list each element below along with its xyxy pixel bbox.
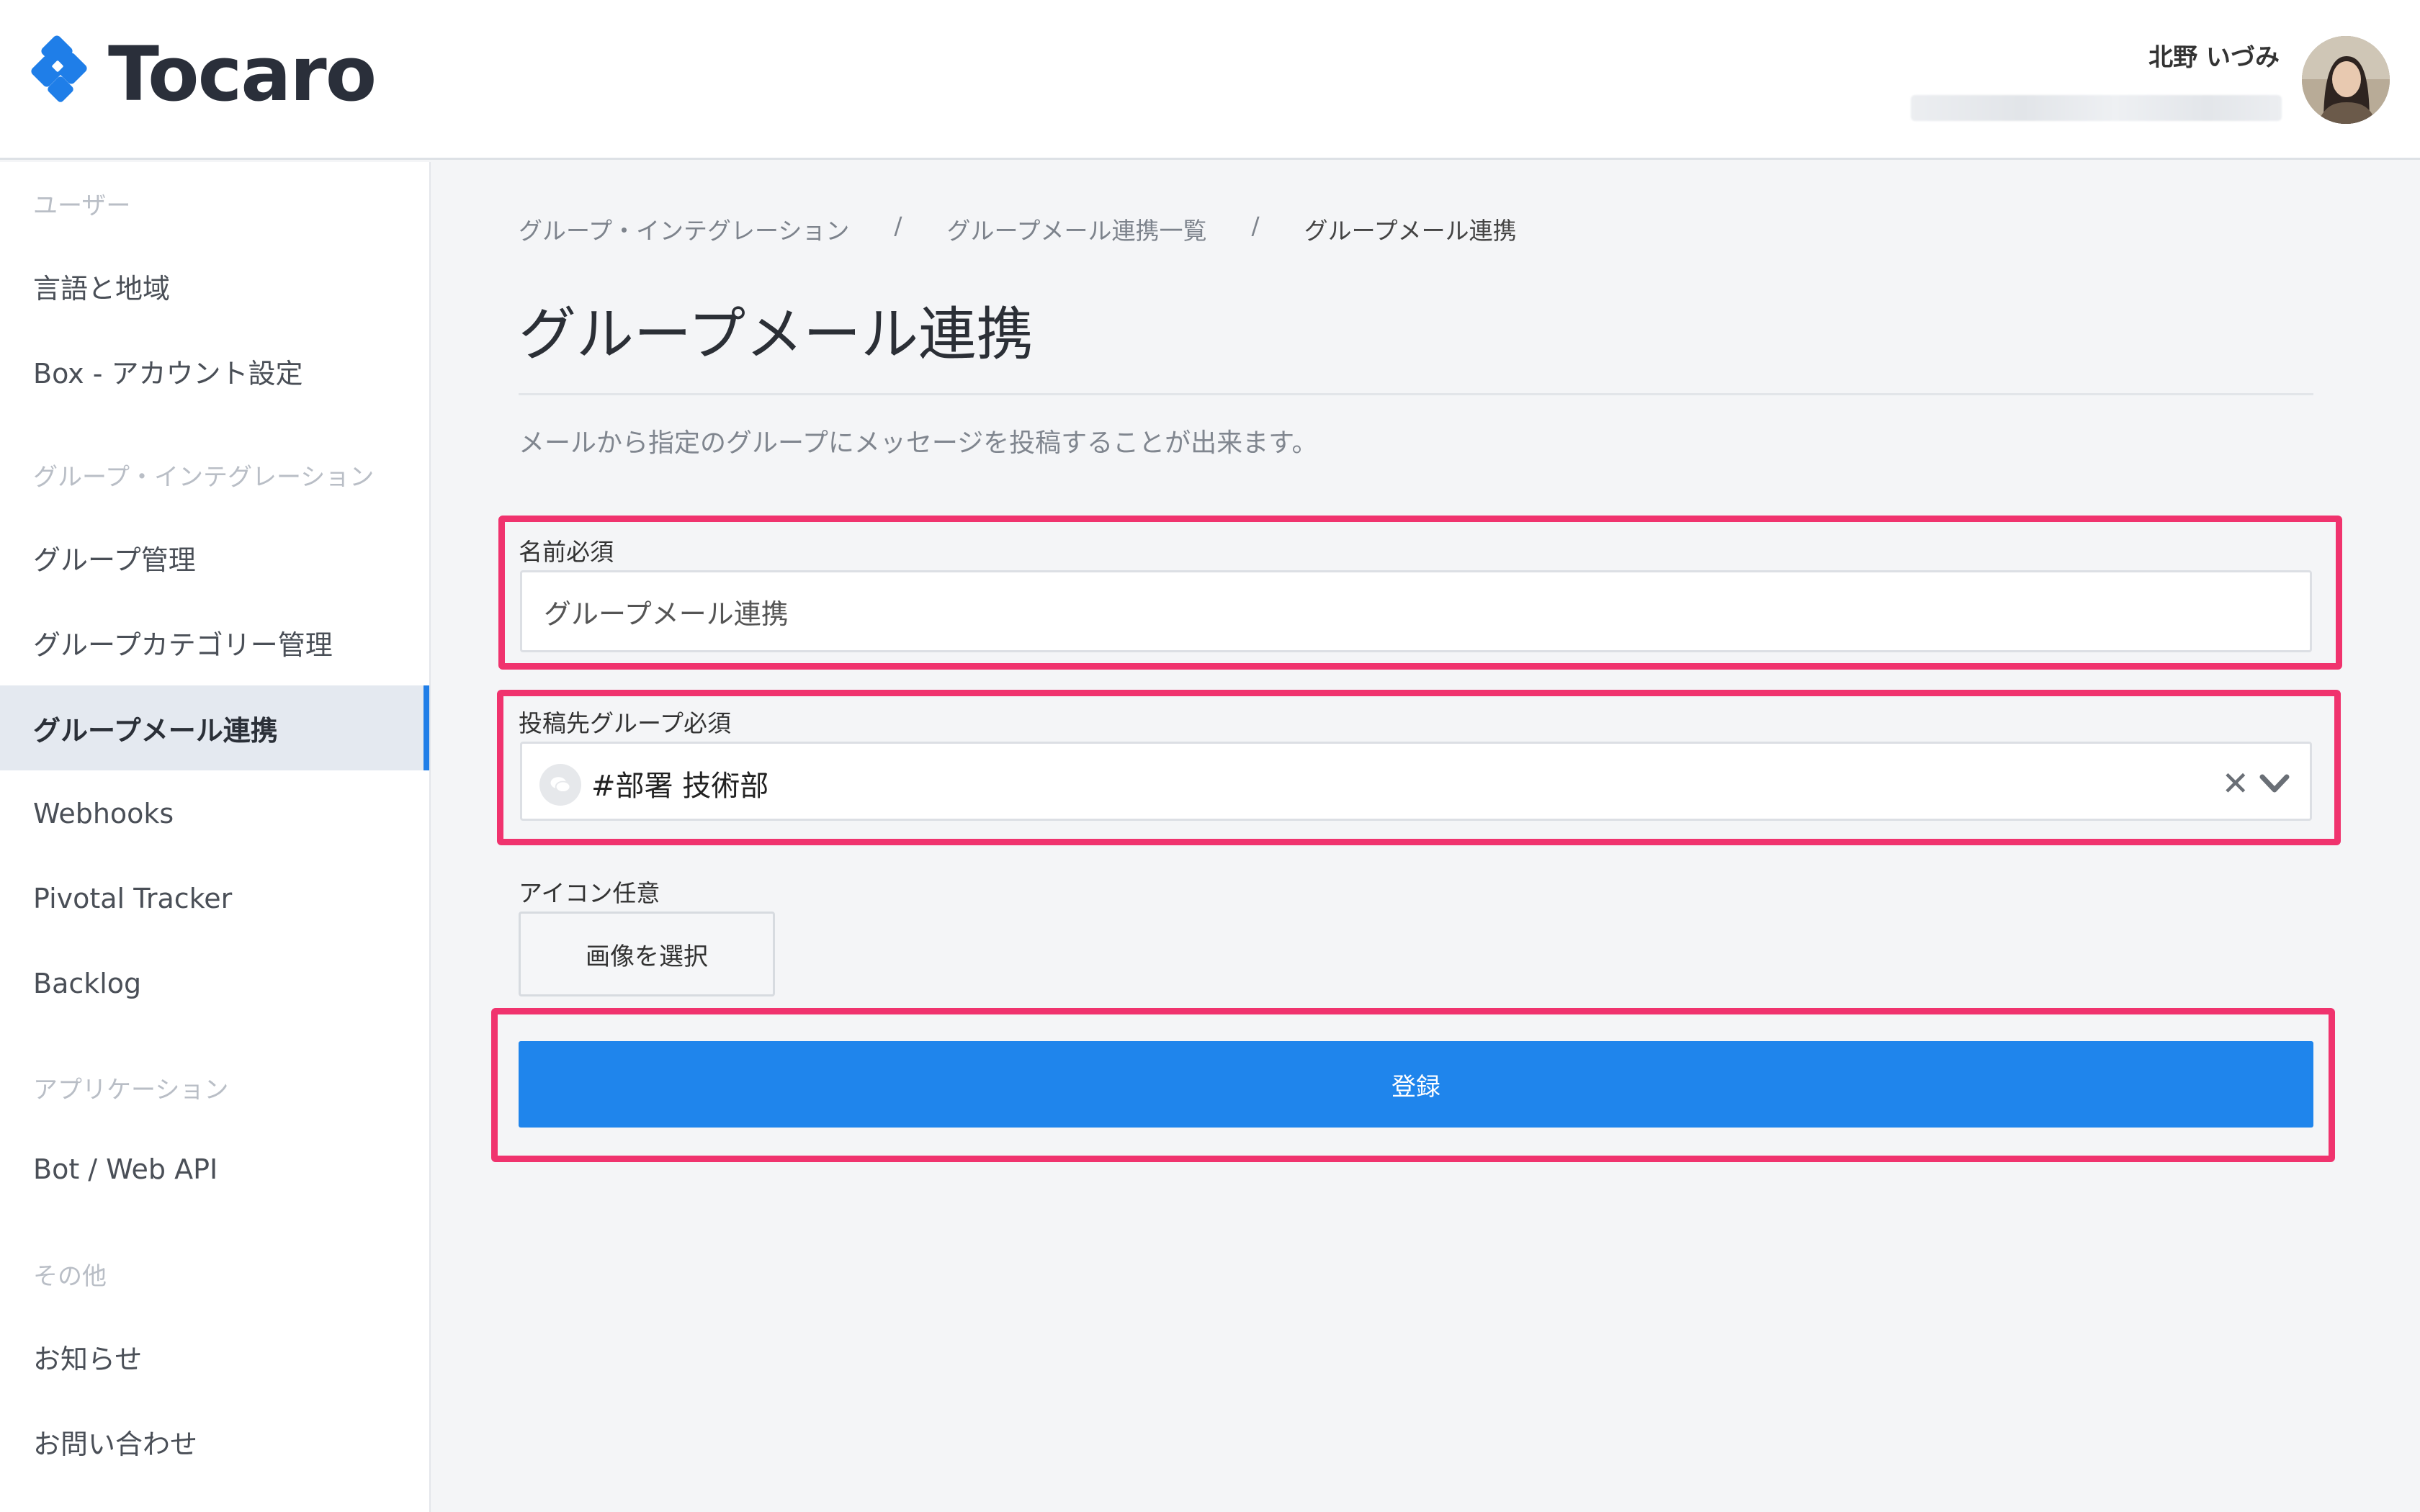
logo[interactable]: Tocaro: [30, 30, 377, 118]
chevron-down-icon[interactable]: [2258, 770, 2291, 798]
sidebar: ユーザー 言語と地域 Box - アカウント設定 グループ・インテグレーション …: [0, 162, 431, 1512]
breadcrumb-item-group-mail-list[interactable]: グループメール連携一覧: [947, 212, 1207, 246]
sidebar-item-box-account[interactable]: Box - アカウント設定: [0, 328, 429, 413]
logo-text: Tocaro: [108, 30, 377, 118]
avatar[interactable]: [2302, 36, 2390, 124]
page-title: グループメール連携: [519, 301, 1034, 368]
sidebar-item-contact[interactable]: お問い合わせ: [0, 1399, 429, 1484]
sidebar-section-other: その他: [33, 1262, 107, 1291]
user-email-blurred: [1911, 95, 2282, 121]
sidebar-item-group-mail[interactable]: グループメール連携: [0, 685, 429, 770]
top-header: Tocaro 北野 いづみ: [0, 0, 2420, 160]
breadcrumb-separator: /: [894, 212, 902, 240]
sidebar-item-group-category[interactable]: グループカテゴリー管理: [0, 600, 429, 685]
sidebar-item-group-management[interactable]: グループ管理: [0, 515, 429, 600]
group-label: 投稿先グループ必須: [519, 709, 732, 737]
select-image-button[interactable]: 画像を選択: [519, 912, 775, 996]
sidebar-item-bot-web-api[interactable]: Bot / Web API: [0, 1127, 429, 1212]
breadcrumb-item-current: グループメール連携: [1304, 217, 1517, 245]
title-divider: [519, 393, 2313, 395]
sidebar-section-group-integration: グループ・インテグレーション: [33, 463, 375, 492]
icon-label: アイコン任意: [519, 879, 660, 907]
breadcrumb: グループ・インテグレーション / グループメール連携一覧 / グループメール連携: [519, 212, 1517, 246]
sidebar-item-backlog[interactable]: Backlog: [0, 941, 429, 1026]
page-description: メールから指定のグループにメッセージを投稿することが出来ます。: [519, 428, 1318, 458]
sidebar-item-language-region[interactable]: 言語と地域: [0, 243, 429, 328]
user-name[interactable]: 北野 いづみ: [2148, 37, 2280, 73]
group-select-value: #部署 技術部: [591, 770, 769, 803]
clear-icon[interactable]: ✕: [2221, 767, 2249, 800]
group-select[interactable]: #部署 技術部 ✕: [520, 742, 2312, 821]
sidebar-section-user: ユーザー: [33, 192, 131, 220]
register-button[interactable]: 登録: [519, 1041, 2313, 1128]
breadcrumb-separator: /: [1251, 212, 1260, 240]
sidebar-item-notices[interactable]: お知らせ: [0, 1314, 429, 1399]
tocaro-logo-icon: [31, 35, 87, 102]
group-chat-icon: [539, 764, 581, 806]
name-label: 名前必須: [519, 538, 614, 566]
name-input[interactable]: [520, 570, 2312, 652]
breadcrumb-item-group-integration[interactable]: グループ・インテグレーション: [519, 212, 849, 246]
sidebar-item-pivotal-tracker[interactable]: Pivotal Tracker: [0, 856, 429, 941]
sidebar-section-application: アプリケーション: [33, 1076, 229, 1104]
avatar-photo-icon: [2302, 36, 2390, 124]
sidebar-item-webhooks[interactable]: Webhooks: [0, 771, 429, 856]
